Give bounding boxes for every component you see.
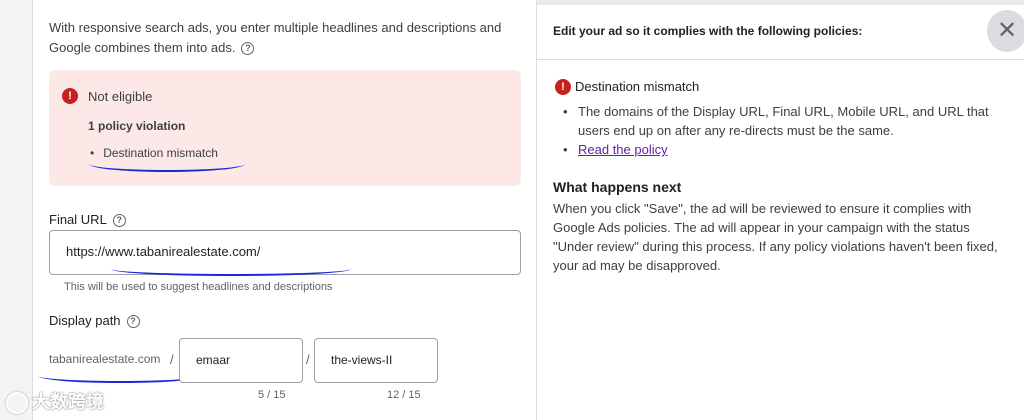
help-icon[interactable]: ?: [126, 315, 140, 329]
error-icon: !: [555, 79, 571, 95]
close-button[interactable]: ✕: [987, 10, 1024, 52]
final-url-label: Final URL?: [49, 212, 126, 228]
eligibility-status: Not eligible: [88, 89, 153, 104]
policy-panel-header: Edit your ad so it complies with the fol…: [537, 5, 1024, 60]
next-steps-body: When you click "Save", the ad will be re…: [553, 201, 998, 273]
ad-form-card: With responsive search ads, you enter mu…: [32, 0, 537, 420]
error-icon: !: [62, 88, 78, 104]
annotation-underline: [111, 262, 351, 276]
watermark-icon: [6, 392, 28, 415]
next-steps-title: What happens next: [553, 179, 682, 195]
policy-link-item: Read the policy: [563, 140, 1013, 159]
path1-input[interactable]: emaar: [179, 338, 303, 383]
path-separator: /: [306, 352, 310, 367]
display-path-label-text: Display path: [49, 313, 121, 328]
intro-text: With responsive search ads, you enter mu…: [49, 18, 509, 58]
policy-details-list: The domains of the Display URL, Final UR…: [563, 102, 1013, 159]
final-url-hint: This will be used to suggest headlines a…: [64, 281, 333, 293]
ad-editor-pane: With responsive search ads, you enter mu…: [0, 0, 537, 420]
path-separator: /: [170, 352, 174, 367]
policy-description: The domains of the Display URL, Final UR…: [563, 102, 1013, 140]
path2-input[interactable]: the-views-II: [314, 338, 438, 383]
path2-counter: 12 / 15: [387, 389, 421, 401]
close-icon: ✕: [996, 17, 1018, 44]
annotation-underline: [39, 369, 201, 383]
path1-counter: 5 / 15: [258, 389, 286, 401]
watermark-logo: 大数跨境: [6, 388, 104, 415]
intro-text-content: With responsive search ads, you enter mu…: [49, 20, 502, 55]
violation-count: 1 policy violation: [88, 119, 186, 133]
display-domain: tabanirealestate.com: [49, 352, 161, 366]
read-policy-link[interactable]: Read the policy: [578, 142, 668, 157]
help-icon[interactable]: ?: [241, 42, 255, 56]
annotation-underline: [89, 156, 245, 172]
policy-title: Destination mismatch: [575, 79, 700, 94]
help-icon[interactable]: ?: [112, 214, 126, 228]
final-url-label-text: Final URL: [49, 212, 107, 227]
policy-status-alert: ! Not eligible 1 policy violation Destin…: [49, 70, 521, 186]
policy-side-panel: Edit your ad so it complies with the fol…: [537, 0, 1024, 420]
policy-panel-title: Edit your ad so it complies with the fol…: [553, 24, 863, 38]
display-path-label: Display path?: [49, 313, 140, 329]
watermark-text: 大数跨境: [32, 392, 104, 412]
